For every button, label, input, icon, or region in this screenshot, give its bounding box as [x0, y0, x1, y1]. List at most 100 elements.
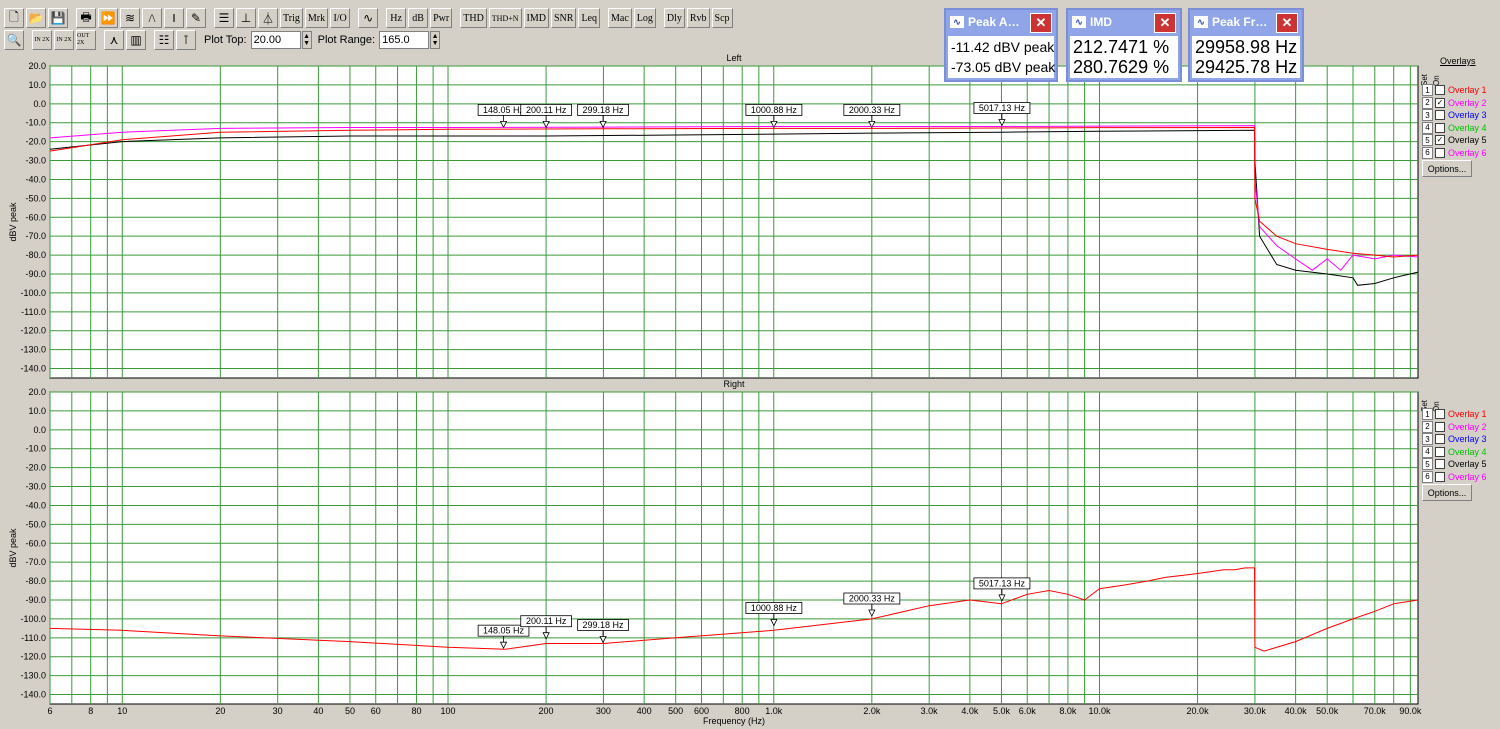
overlay-checkbox-checked[interactable]: ✓ [1435, 135, 1445, 145]
marker-label: 148.05 Hz [483, 626, 525, 636]
panel-icon: ∿ [1194, 16, 1208, 28]
overlay-row: 5 Overlay 5 [1422, 458, 1487, 470]
overlay-checkbox[interactable] [1435, 85, 1445, 95]
overlay-checkbox[interactable] [1435, 409, 1445, 419]
marker-label: 148.05 Hz [483, 105, 525, 115]
chart-title: Right [723, 379, 745, 389]
overlays-title: Overlays [1440, 56, 1476, 66]
panel-value: 212.7471 % [1073, 37, 1170, 57]
panel-title: Peak A… [968, 15, 1020, 29]
x-tick-label: 40 [313, 706, 323, 716]
panel-value: 280.7629 % [1073, 57, 1170, 77]
y-tick-label: 20.0 [28, 387, 46, 397]
overlay-checkbox[interactable] [1435, 122, 1445, 133]
x-tick-label: 100 [440, 706, 455, 716]
overlay-checkbox[interactable] [1435, 434, 1445, 444]
options-button[interactable]: Options... [1422, 160, 1472, 177]
panel-value: -73.05 dBV peak [951, 59, 1056, 75]
overlay-label: Overlay 1 [1448, 85, 1487, 95]
y-tick-label: -50.0 [25, 193, 46, 203]
marker-label: 299.18 Hz [583, 620, 625, 630]
overlay-set-button[interactable]: 1 [1422, 408, 1433, 420]
y-tick-label: -80.0 [25, 250, 46, 260]
overlay-set-button[interactable]: 5 [1422, 458, 1433, 470]
x-tick-label: 50 [345, 706, 355, 716]
overlay-checkbox[interactable] [1435, 446, 1445, 457]
x-tick-label: 90.0k [1399, 706, 1422, 716]
overlay-label: Overlay 4 [1448, 446, 1487, 457]
y-tick-label: -140.0 [20, 364, 46, 374]
overlay-set-button[interactable]: 6 [1422, 146, 1433, 159]
close-icon[interactable]: ✕ [1276, 13, 1298, 33]
overlay-row: 1 Overlay 1 [1422, 408, 1487, 420]
peak-frequency-panel[interactable]: ∿ Peak Fr… ✕ 29958.98 Hz 29425.78 Hz [1188, 8, 1304, 82]
y-tick-label: 20.0 [28, 61, 46, 71]
y-tick-label: -70.0 [25, 557, 46, 567]
overlay-label: Overlay 4 [1448, 122, 1487, 133]
y-tick-label: -20.0 [25, 463, 46, 473]
x-tick-label: 200 [539, 706, 554, 716]
marker-label: 5017.13 Hz [979, 103, 1026, 113]
x-tick-label: 3.0k [921, 706, 939, 716]
x-tick-label: 300 [596, 706, 611, 716]
overlay-checkbox[interactable] [1435, 471, 1445, 482]
panel-title: Peak Fr… [1212, 15, 1268, 29]
marker-label: 299.18 Hz [583, 105, 625, 115]
y-tick-label: -30.0 [25, 156, 46, 166]
overlay-row: 1 Overlay 1 [1422, 84, 1487, 96]
y-tick-label: 10.0 [28, 406, 46, 416]
x-tick-label: 600 [694, 706, 709, 716]
y-tick-label: -110.0 [21, 633, 46, 643]
x-tick-label: 70.0k [1364, 706, 1387, 716]
close-icon[interactable]: ✕ [1154, 13, 1176, 33]
overlay-row: 2 ✓ Overlay 2 [1422, 96, 1487, 109]
overlay-row: 4 Overlay 4 [1422, 445, 1487, 458]
overlay-checkbox[interactable] [1435, 110, 1445, 120]
peak-amplitude-panel[interactable]: ∿ Peak A… ✕ -11.42 dBV peak -73.05 dBV pe… [944, 8, 1058, 82]
x-tick-label: 20 [215, 706, 225, 716]
y-tick-label: -40.0 [25, 174, 46, 184]
x-tick-label: 30.0k [1244, 706, 1267, 716]
y-tick-label: -100.0 [20, 614, 46, 624]
y-tick-label: 10.0 [28, 80, 46, 90]
marker-label: 200.11 Hz [526, 616, 567, 626]
overlay-set-button[interactable]: 2 [1422, 96, 1433, 109]
y-tick-label: -120.0 [20, 326, 46, 336]
overlay-set-button[interactable]: 3 [1422, 433, 1433, 445]
overlay-set-button[interactable]: 2 [1422, 420, 1433, 433]
overlay-set-button[interactable]: 5 [1422, 134, 1433, 146]
overlay-set-button[interactable]: 3 [1422, 109, 1433, 121]
overlay-label: Overlay 3 [1448, 110, 1487, 120]
overlay-label: Overlay 2 [1448, 97, 1487, 108]
close-icon[interactable]: ✕ [1030, 13, 1052, 33]
overlay-checkbox[interactable] [1435, 421, 1445, 432]
overlay-label: Overlay 2 [1448, 421, 1487, 432]
x-tick-label: 8 [88, 706, 93, 716]
overlay-label: Overlay 1 [1448, 409, 1487, 419]
overlays-left: Overlays Set On 1 Overlay 1 2 ✓ Overlay 2 3 Ove… [1420, 56, 1498, 177]
y-tick-label: 0.0 [33, 99, 46, 109]
x-axis-label: Frequency (Hz) [703, 716, 765, 726]
y-axis-label: dBV peak [8, 528, 18, 568]
overlay-checkbox[interactable] [1435, 459, 1445, 469]
y-tick-label: -140.0 [20, 690, 46, 700]
overlay-checkbox-checked[interactable]: ✓ [1435, 97, 1445, 108]
overlay-checkbox[interactable] [1435, 147, 1445, 158]
overlay-label: Overlay 3 [1448, 434, 1487, 444]
overlay-set-button[interactable]: 4 [1422, 445, 1433, 458]
y-tick-label: -20.0 [25, 137, 46, 147]
chart-title: Left [726, 53, 742, 63]
overlay-label: Overlay 6 [1448, 471, 1487, 482]
overlay-set-button[interactable]: 1 [1422, 84, 1433, 96]
overlay-row: 5 ✓ Overlay 5 [1422, 134, 1487, 146]
y-tick-label: -90.0 [25, 595, 46, 605]
x-tick-label: 8.0k [1059, 706, 1077, 716]
overlay-set-button[interactable]: 6 [1422, 470, 1433, 483]
options-button[interactable]: Options... [1422, 484, 1472, 501]
imd-panel[interactable]: ∿ IMD ✕ 212.7471 % 280.7629 % [1066, 8, 1182, 82]
x-tick-label: 4.0k [961, 706, 979, 716]
y-tick-label: -130.0 [20, 345, 46, 355]
y-tick-label: -110.0 [21, 307, 46, 317]
overlay-set-button[interactable]: 4 [1422, 121, 1433, 134]
overlay-row: 6 Overlay 6 [1422, 146, 1487, 159]
